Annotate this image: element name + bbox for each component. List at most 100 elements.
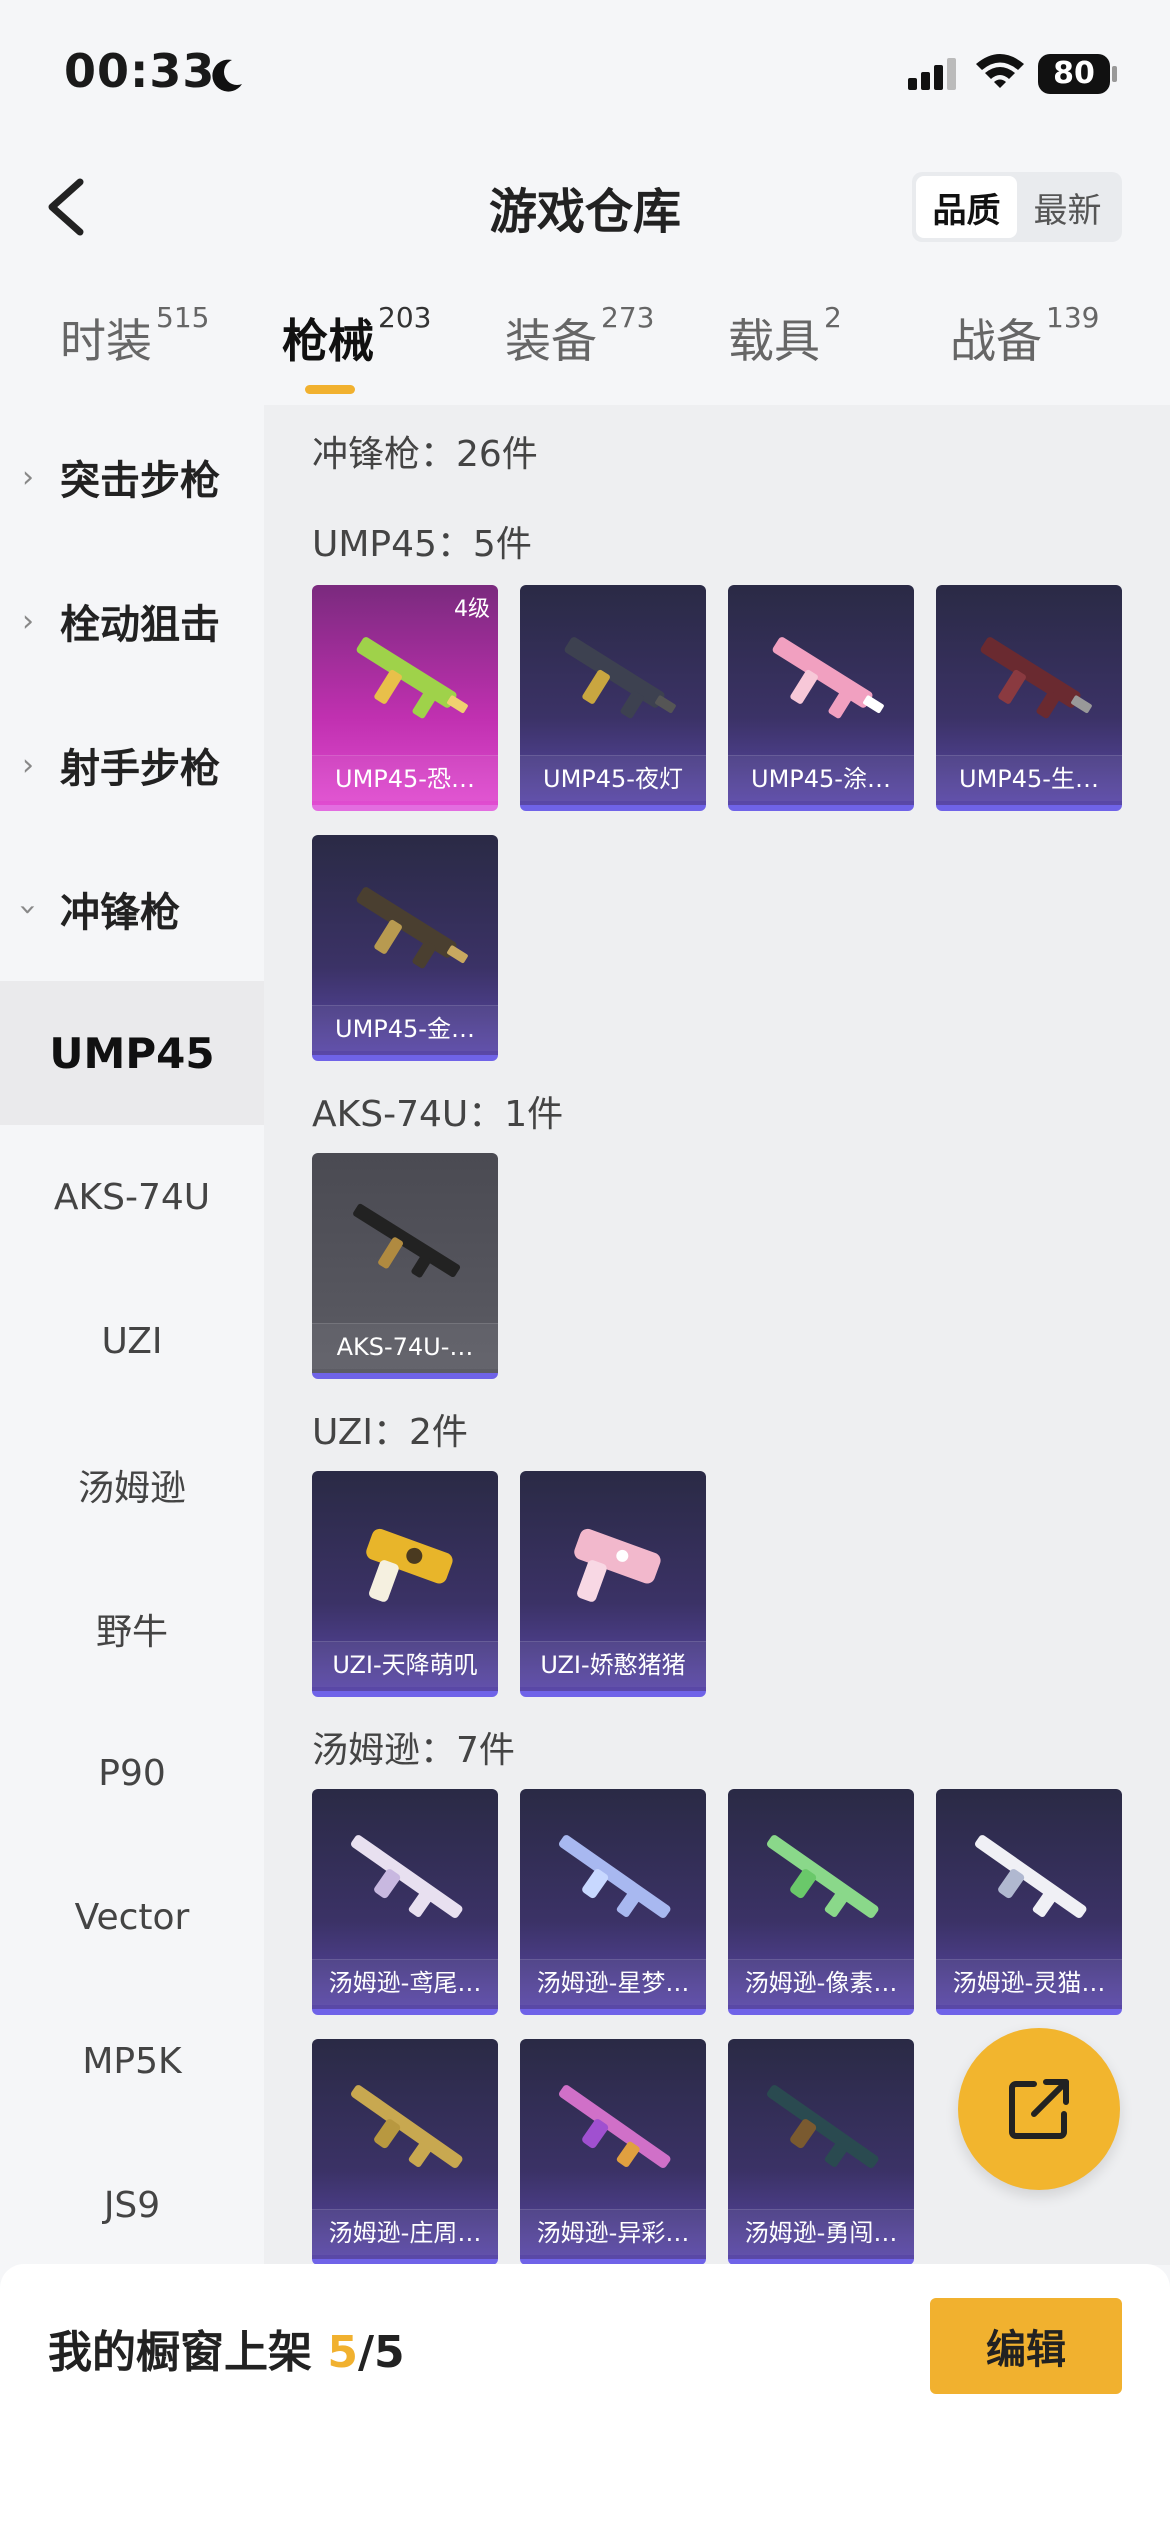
item-name: UMP45-夜灯 <box>520 755 706 801</box>
item-name: UZI-天降萌叽 <box>312 1641 498 1687</box>
smg-skin-image <box>767 1835 879 1918</box>
smg-skin-image <box>356 637 468 719</box>
item-card[interactable]: 汤姆逊-灵猫… <box>936 1789 1122 2015</box>
smg-skin-image <box>767 2085 879 2168</box>
sidebar-item-uzi[interactable]: UZI <box>0 1269 264 1413</box>
item-name: 汤姆逊-庄周… <box>312 2209 498 2255</box>
tab-label: 战备 <box>950 314 1042 368</box>
item-name: UMP45-生… <box>936 755 1122 801</box>
chevron-right-icon: › <box>22 747 34 783</box>
tab-count: 203 <box>378 301 432 334</box>
edit-button[interactable]: 编辑 <box>930 2298 1122 2394</box>
smg-skin-image <box>356 887 468 969</box>
tab-label: 时装 <box>60 314 152 368</box>
sidebar-item-ump45[interactable]: UMP45 <box>0 981 264 1125</box>
sidebar: › 突击步枪 › 栓动狙击 › 射手步枪 › 冲锋枪 UMP45 AKS-74U… <box>0 405 264 2265</box>
sidebar-item-thompson[interactable]: 汤姆逊 <box>0 1413 264 1557</box>
smg-skin-image <box>351 2085 463 2168</box>
sidebar-group-label: 射手步枪 <box>60 746 220 792</box>
section-label-thompson: 汤姆逊：7件 <box>312 1730 515 1771</box>
item-name: 汤姆逊-像素… <box>728 1959 914 2005</box>
item-name: UMP45-恐… <box>312 755 498 801</box>
tab-count: 2 <box>824 301 842 334</box>
sidebar-group-label: 冲锋枪 <box>60 890 180 936</box>
item-card[interactable]: 汤姆逊-勇闯… <box>728 2039 914 2265</box>
showcase-label: 我的橱窗上架 <box>48 2327 312 2378</box>
tab-count: 139 <box>1046 301 1100 334</box>
sidebar-item-vector[interactable]: Vector <box>0 1845 264 1989</box>
status-time: 00:33 <box>64 44 216 98</box>
item-name: UMP45-涂… <box>728 755 914 801</box>
item-name: 汤姆逊-异彩… <box>520 2209 706 2255</box>
smg-skin-image <box>574 1528 661 1602</box>
item-card[interactable]: AKS-74U-… <box>312 1153 498 1379</box>
sidebar-item-p90[interactable]: P90 <box>0 1701 264 1845</box>
smg-skin-image <box>351 1835 463 1918</box>
showcase-total-count: /5 <box>357 2327 405 2378</box>
item-name: AKS-74U-… <box>312 1323 498 1369</box>
header: 游戏仓库 品质 最新 <box>0 150 1170 260</box>
tab-equipment[interactable]: 装备 273 <box>505 301 654 371</box>
section-label-ump45: UMP45：5件 <box>312 524 532 565</box>
sidebar-group-label: 突击步枪 <box>60 458 220 504</box>
tab-fashion[interactable]: 时装 515 <box>60 301 209 371</box>
item-card[interactable]: UMP45-夜灯 <box>520 585 706 811</box>
item-card[interactable]: 汤姆逊-星梦… <box>520 1789 706 2015</box>
chevron-right-icon: › <box>22 603 34 639</box>
item-name: 汤姆逊-灵猫… <box>936 1959 1122 2005</box>
item-card[interactable]: 汤姆逊-像素… <box>728 1789 914 2015</box>
active-tab-indicator <box>305 385 355 394</box>
item-card[interactable]: UMP45-涂… <box>728 585 914 811</box>
item-card[interactable]: 汤姆逊-鸢尾… <box>312 1789 498 2015</box>
sidebar-item-bizon[interactable]: 野牛 <box>0 1557 264 1701</box>
tab-firearms[interactable]: 枪械 203 <box>282 301 431 371</box>
sidebar-group-assault-rifle[interactable]: › 突击步枪 <box>0 405 264 549</box>
tab-label: 枪械 <box>282 314 374 368</box>
smg-skin-image <box>559 1835 671 1918</box>
item-name: 汤姆逊-鸢尾… <box>312 1959 498 2005</box>
chevron-down-icon: › <box>10 903 46 915</box>
smg-skin-image <box>353 1203 461 1278</box>
item-card[interactable]: 汤姆逊-异彩… <box>520 2039 706 2265</box>
tab-vehicles[interactable]: 载具 2 <box>728 301 842 371</box>
share-button[interactable] <box>958 2028 1120 2190</box>
share-icon <box>1009 2079 1069 2139</box>
tab-count: 273 <box>601 301 655 334</box>
sort-newest-option[interactable]: 最新 <box>1017 176 1118 238</box>
item-name: 汤姆逊-星梦… <box>520 1959 706 2005</box>
item-card[interactable]: UMP45-生… <box>936 585 1122 811</box>
category-tabs: 时装 515 枪械 203 装备 273 载具 2 战备 139 <box>0 295 1170 405</box>
item-name: UZI-娇憨猪猪 <box>520 1641 706 1687</box>
sidebar-group-label: 栓动狙击 <box>60 602 220 648</box>
section-label-aks74u: AKS-74U：1件 <box>312 1094 564 1135</box>
item-card[interactable]: UMP45-金… <box>312 835 498 1061</box>
sort-toggle[interactable]: 品质 最新 <box>912 172 1122 242</box>
tab-count: 515 <box>156 301 210 334</box>
item-level-badge: 4级 <box>454 597 490 622</box>
item-card[interactable]: 汤姆逊-庄周… <box>312 2039 498 2265</box>
moon-icon <box>212 59 242 92</box>
section-label-uzi: UZI：2件 <box>312 1412 468 1453</box>
tab-supplies[interactable]: 战备 139 <box>950 301 1099 371</box>
smg-skin-image <box>980 637 1092 719</box>
smg-skin-image <box>564 637 676 719</box>
signal-icon <box>908 58 956 90</box>
tab-label: 载具 <box>728 314 820 368</box>
sidebar-item-mp5k[interactable]: MP5K <box>0 1989 264 2133</box>
item-card[interactable]: UZI-天降萌叽 <box>312 1471 498 1697</box>
sidebar-item-js9[interactable]: JS9 <box>0 2133 264 2277</box>
smg-skin-image <box>975 1835 1087 1918</box>
sidebar-item-aks74u[interactable]: AKS-74U <box>0 1125 264 1269</box>
sidebar-group-bolt-sniper[interactable]: › 栓动狙击 <box>0 549 264 693</box>
item-grid-area: 冲锋枪：26件 UMP45：5件 4级 UMP45-恐… UMP45-夜灯 UM… <box>264 405 1170 2265</box>
item-card[interactable]: 4级 UMP45-恐… <box>312 585 498 811</box>
showcase-status: 我的橱窗上架 5/5 <box>48 2316 405 2380</box>
sidebar-group-marksman-rifle[interactable]: › 射手步枪 <box>0 693 264 837</box>
smg-skin-image <box>559 2085 671 2168</box>
wifi-icon <box>976 54 1024 88</box>
sidebar-group-smg[interactable]: › 冲锋枪 <box>0 837 264 981</box>
smg-skin-image <box>772 637 884 719</box>
sort-quality-option[interactable]: 品质 <box>916 176 1017 238</box>
category-total: 冲锋枪：26件 <box>312 434 538 475</box>
item-card[interactable]: UZI-娇憨猪猪 <box>520 1471 706 1697</box>
